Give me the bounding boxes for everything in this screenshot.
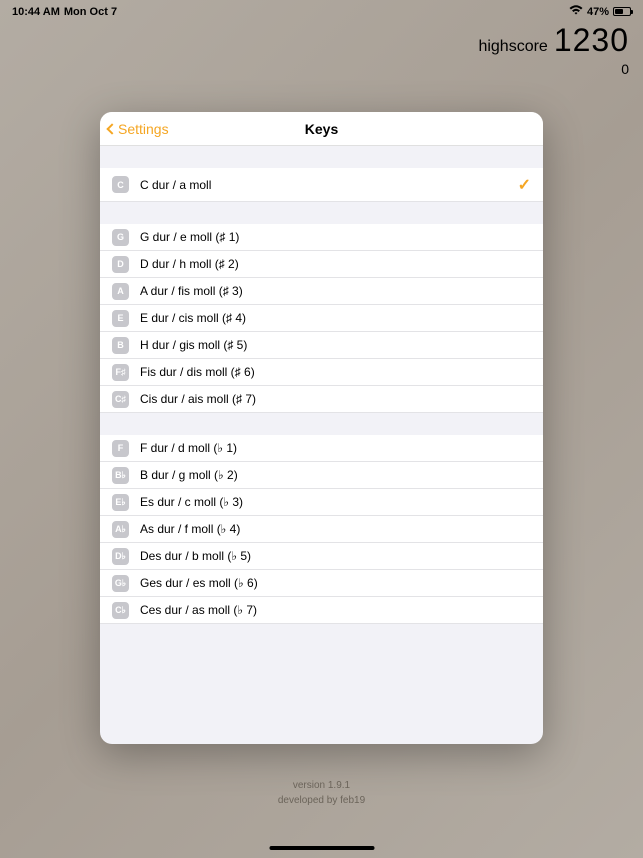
key-badge: C♯ (112, 391, 129, 408)
key-label: Es dur / c moll (♭ 3) (140, 495, 531, 509)
status-date: Mon Oct 7 (64, 6, 117, 18)
key-badge: D♭ (112, 548, 129, 565)
key-label: G dur / e moll (♯ 1) (140, 230, 531, 244)
key-row[interactable]: B H dur / gis moll (♯ 5) (100, 332, 543, 359)
key-row[interactable]: G G dur / e moll (♯ 1) (100, 224, 543, 251)
highscore-value: 1230 (554, 22, 629, 59)
footer: version 1.9.1 developed by feb19 (0, 778, 643, 808)
back-label: Settings (118, 121, 169, 137)
chevron-left-icon (106, 123, 117, 134)
key-row[interactable]: A A dur / fis moll (♯ 3) (100, 278, 543, 305)
key-label: Fis dur / dis moll (♯ 6) (140, 365, 531, 379)
key-badge: A (112, 283, 129, 300)
key-row[interactable]: B♭ B dur / g moll (♭ 2) (100, 462, 543, 489)
key-label: As dur / f moll (♭ 4) (140, 522, 531, 536)
key-label: Ces dur / as moll (♭ 7) (140, 603, 531, 617)
key-row[interactable]: E E dur / cis moll (♯ 4) (100, 305, 543, 332)
home-indicator (269, 846, 374, 850)
section-gap (100, 202, 543, 224)
key-label: A dur / fis moll (♯ 3) (140, 284, 531, 298)
key-label: F dur / d moll (♭ 1) (140, 441, 531, 455)
key-row[interactable]: F F dur / d moll (♭ 1) (100, 435, 543, 462)
key-label: Cis dur / ais moll (♯ 7) (140, 392, 531, 406)
key-row[interactable]: C♭ Ces dur / as moll (♭ 7) (100, 597, 543, 624)
key-badge: G (112, 229, 129, 246)
section-gap (100, 146, 543, 168)
highscore-label: highscore (478, 38, 547, 56)
key-badge: G♭ (112, 575, 129, 592)
current-score: 0 (478, 61, 629, 77)
key-label: D dur / h moll (♯ 2) (140, 257, 531, 271)
section-gap (100, 413, 543, 435)
modal-title: Keys (305, 121, 338, 137)
checkmark-icon: ✓ (518, 175, 531, 195)
key-badge: F♯ (112, 364, 129, 381)
key-badge: E♭ (112, 494, 129, 511)
key-badge: C♭ (112, 602, 129, 619)
key-badge: F (112, 440, 129, 457)
modal-header: Settings Keys (100, 112, 543, 146)
status-time: 10:44 AM (12, 6, 60, 18)
battery-icon (613, 7, 631, 16)
score-area: highscore 1230 0 (478, 22, 629, 77)
version-text: version 1.9.1 (0, 778, 643, 793)
keys-modal: Settings Keys C C dur / a moll✓ G G dur / e… (100, 112, 543, 744)
key-row[interactable]: D D dur / h moll (♯ 2) (100, 251, 543, 278)
key-label: Ges dur / es moll (♭ 6) (140, 576, 531, 590)
key-badge: D (112, 256, 129, 273)
developer-text: developed by feb19 (0, 793, 643, 808)
key-row[interactable]: F♯ Fis dur / dis moll (♯ 6) (100, 359, 543, 386)
key-row[interactable]: C♯ Cis dur / ais moll (♯ 7) (100, 386, 543, 413)
key-row[interactable]: E♭ Es dur / c moll (♭ 3) (100, 489, 543, 516)
key-label: B dur / g moll (♭ 2) (140, 468, 531, 482)
key-label: C dur / a moll (140, 178, 518, 192)
back-button[interactable]: Settings (108, 121, 169, 137)
key-row[interactable]: A♭ As dur / f moll (♭ 4) (100, 516, 543, 543)
wifi-icon (569, 5, 583, 18)
key-label: H dur / gis moll (♯ 5) (140, 338, 531, 352)
key-row[interactable]: C C dur / a moll✓ (100, 168, 543, 202)
battery-percent: 47% (587, 6, 609, 18)
key-row[interactable]: D♭ Des dur / b moll (♭ 5) (100, 543, 543, 570)
key-badge: E (112, 310, 129, 327)
status-bar: 10:44 AM Mon Oct 7 47% (0, 0, 643, 23)
key-label: E dur / cis moll (♯ 4) (140, 311, 531, 325)
key-badge: B (112, 337, 129, 354)
key-badge: A♭ (112, 521, 129, 538)
key-badge: C (112, 176, 129, 193)
key-badge: B♭ (112, 467, 129, 484)
key-label: Des dur / b moll (♭ 5) (140, 549, 531, 563)
key-row[interactable]: G♭ Ges dur / es moll (♭ 6) (100, 570, 543, 597)
